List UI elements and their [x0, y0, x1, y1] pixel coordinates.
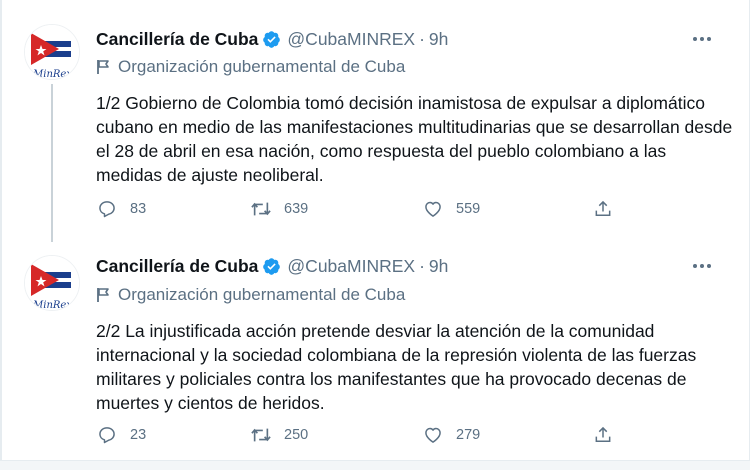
verified-badge-icon: [262, 30, 281, 49]
like-icon: [422, 424, 444, 446]
tweet-timestamp[interactable]: 9h: [429, 29, 448, 50]
flag-icon: [96, 287, 111, 303]
verified-badge-icon: [262, 257, 281, 276]
author-name[interactable]: Cancillería de Cuba: [96, 29, 258, 50]
tweet-text: 1/2 Gobierno de Colombia tomó decisión i…: [96, 93, 733, 185]
avatar[interactable]: MinRex: [24, 255, 80, 311]
minrex-logo-icon: MinRex: [25, 256, 79, 311]
separator-dot: ·: [419, 255, 425, 276]
svg-text:MinRex: MinRex: [32, 300, 72, 311]
tweet-header: Cancillería de Cuba @CubaMINREX · 9h: [96, 28, 448, 50]
account-label-text: Organización gubernamental de Cuba: [118, 57, 406, 76]
account-label-text: Organización gubernamental de Cuba: [118, 285, 406, 304]
tweet-timestamp[interactable]: 9h: [429, 256, 448, 277]
author-handle[interactable]: @CubaMINREX: [287, 256, 415, 277]
reply-count: 23: [130, 427, 147, 443]
retweet-count: 250: [284, 427, 309, 443]
share-icon: [592, 424, 614, 446]
account-label[interactable]: Organización gubernamental de Cuba: [96, 285, 405, 305]
tweet-actions: 83 639 559: [96, 198, 636, 224]
avatar[interactable]: MinRex: [24, 24, 80, 80]
like-icon: [422, 198, 444, 220]
retweet-button[interactable]: 639: [250, 198, 308, 220]
minrex-logo-icon: MinRex: [25, 25, 79, 80]
like-count: 559: [456, 201, 481, 217]
retweet-icon: [250, 198, 272, 220]
more-icon[interactable]: [690, 30, 714, 48]
tweet-2[interactable]: MinRex Cancillería de Cuba @CubaMINREX ·…: [0, 235, 750, 460]
more-icon[interactable]: [690, 257, 714, 275]
retweet-icon: [250, 424, 272, 446]
reply-button[interactable]: 83: [96, 198, 146, 220]
retweet-count: 639: [284, 201, 309, 217]
like-button[interactable]: 559: [422, 198, 480, 220]
tweet-actions: 23 250 279: [96, 424, 636, 450]
tweet-text: 2/2 La injustificada acción pretende des…: [96, 321, 697, 413]
author-handle[interactable]: @CubaMINREX: [287, 29, 415, 50]
reply-icon: [96, 424, 118, 446]
timeline-bottom-border: [0, 460, 750, 470]
account-label[interactable]: Organización gubernamental de Cuba: [96, 57, 405, 77]
flag-icon: [96, 59, 111, 75]
like-count: 279: [456, 427, 481, 443]
svg-text:MinRex: MinRex: [32, 69, 72, 80]
reply-button[interactable]: 23: [96, 424, 146, 446]
reply-icon: [96, 198, 118, 220]
reply-count: 83: [130, 201, 147, 217]
separator-dot: ·: [419, 28, 425, 49]
tweet-header: Cancillería de Cuba @CubaMINREX · 9h: [96, 255, 448, 277]
tweet-1[interactable]: MinRex Cancillería de Cuba @CubaMINREX ·…: [0, 0, 750, 242]
thread-connector-line: [51, 84, 53, 242]
like-button[interactable]: 279: [422, 424, 480, 446]
retweet-button[interactable]: 250: [250, 424, 308, 446]
author-name[interactable]: Cancillería de Cuba: [96, 256, 258, 277]
share-button[interactable]: [592, 424, 626, 446]
share-button[interactable]: [592, 198, 626, 220]
share-icon: [592, 198, 614, 220]
